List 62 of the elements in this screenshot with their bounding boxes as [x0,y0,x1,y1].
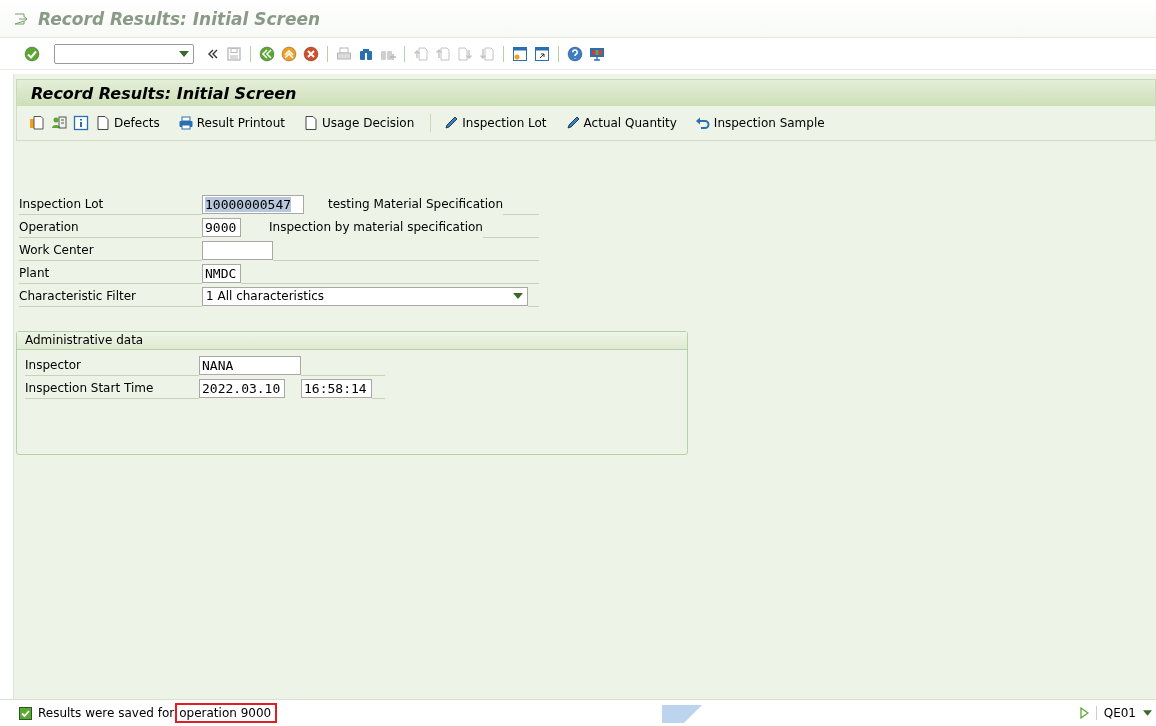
document-button[interactable]: Usage Decision [300,112,417,134]
printer-icon [177,115,194,131]
group-title: Administrative data [25,333,144,347]
highlighted-text: operation 9000 [175,703,278,723]
undo-arrow-icon [694,115,711,131]
page-up-arrow-icon [435,45,451,62]
screen-title: Record Results: Initial Screen [31,83,297,103]
input-field[interactable] [202,240,273,260]
play-icon [1079,707,1089,719]
field-label: Operation [19,219,80,234]
exit-button[interactable] [279,43,299,64]
transaction-code[interactable]: QE01 [1103,706,1136,720]
logo-icon [662,705,702,723]
input-field[interactable]: 2022.03.10 [199,378,285,398]
field-label: Characteristic Filter [19,288,137,303]
input-field[interactable]: NMDC [202,263,241,283]
person-list-icon [51,115,67,131]
input-field[interactable]: 9000 [202,217,241,237]
field-label: Work Center [19,242,95,257]
help-icon [567,45,583,62]
edit-button[interactable]: Inspection Lot [441,112,549,134]
print-button[interactable]: Result Printout [175,112,287,134]
field-label: Inspection Start Time [25,380,155,395]
up-chevron-icon [281,45,297,62]
pencil-icon [564,115,581,131]
command-field[interactable] [54,43,194,64]
dropdown-arrow-icon [513,293,523,299]
cancel-button[interactable] [301,43,321,64]
document-button[interactable]: Defects [93,112,162,134]
characteristic-filter-dropdown[interactable]: 1 All characteristics [202,286,528,306]
info-icon [73,115,89,131]
field-description: Inspection by material specification [269,220,483,234]
document-icon [302,115,319,131]
input-field[interactable]: 16:58:14 [301,378,372,398]
document-icon [95,115,111,131]
page-down-arrow-icon [479,45,495,62]
field-label: Inspection Lot [19,196,105,211]
status-message: Results were saved for [38,706,175,720]
window-title: Record Results: Initial Screen [38,8,321,29]
field-label: Plant [19,265,51,280]
printer-icon [336,45,352,62]
help-button[interactable] [565,43,585,64]
documents-icon [29,115,45,131]
field-label: Inspector [25,357,82,372]
sample-button[interactable]: Inspection Sample [692,112,827,134]
back-icon [259,45,275,62]
cancel-icon [303,45,319,62]
input-field[interactable]: 10000000547 [202,194,304,214]
pencil-icon [443,115,460,131]
monitor-icon [589,45,605,62]
check-icon [24,45,40,62]
back-button[interactable] [257,43,277,64]
dropdown-arrow-icon [1143,710,1152,716]
page-up-arrow-icon [413,45,429,62]
input-field[interactable]: NANA [199,355,301,375]
field-description: testing Material Specification [328,197,504,211]
page-down-arrow-icon [457,45,473,62]
enter-button[interactable] [22,43,42,64]
dropdown-arrow-icon [179,50,189,57]
checkbox-check-icon [19,706,32,720]
edit-button[interactable]: Actual Quantity [562,112,679,134]
exit-screen-icon [14,12,28,25]
